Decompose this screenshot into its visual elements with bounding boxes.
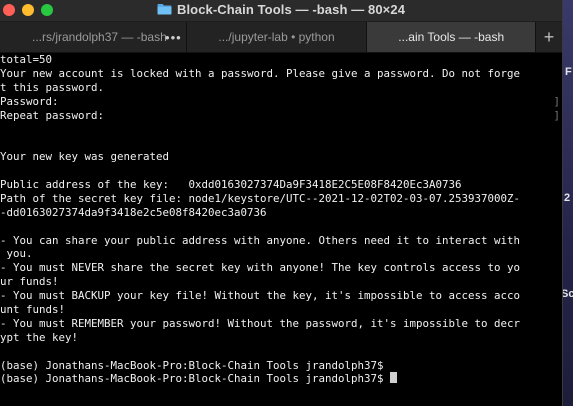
terminal-line: - You can share your public address with… [0, 234, 562, 248]
tab-label: ...ain Tools — -bash [398, 30, 505, 44]
terminal-line: - You must BACKUP your key file! Without… [0, 289, 562, 303]
tab-overflow-icon[interactable]: ••• [165, 30, 182, 45]
terminal-line-text: t this password. [0, 80, 105, 94]
terminal-line-text: - You must BACKUP your key file! Without… [0, 289, 521, 303]
tab-bar: ...rs/jrandolph37 — -bash ••• .../jupyte… [0, 22, 562, 53]
terminal-line-text: you. [0, 247, 33, 261]
terminal-line: t this password. [0, 81, 562, 95]
terminal-line-text: (base) Jonathans-MacBook-Pro:Block-Chain… [0, 372, 391, 386]
terminal-line: Your new account is locked with a passwo… [0, 67, 562, 81]
terminal-line-text: - You must REMEMBER your password! Witho… [0, 316, 521, 330]
terminal-output[interactable]: total=50 Your new account is locked with … [0, 53, 562, 406]
terminal-line: -dd0163027374da9f3418e2c5e08f8420ec3a073… [0, 206, 562, 220]
terminal-line-text: total=50 [0, 53, 53, 66]
terminal-line: Your new key was generated [0, 150, 562, 164]
terminal-line: Password:] [0, 95, 562, 109]
terminal-line-text: Public address of the key: 0xdd016302737… [0, 178, 462, 192]
terminal-line: ur funds! [0, 275, 562, 289]
terminal-line: (base) Jonathans-MacBook-Pro:Block-Chain… [0, 359, 562, 373]
terminal-line-text: unt funds! [0, 303, 66, 317]
terminal-line: total=50 [0, 53, 562, 67]
window-title: Block-Chain Tools — -bash — 80×24 [0, 2, 562, 17]
terminal-line: Public address of the key: 0xdd016302737… [0, 178, 562, 192]
terminal-line-text: Path of the secret key file: node1/keyst… [0, 191, 521, 205]
terminal-line: you. [0, 247, 562, 261]
terminal-line: - You must REMEMBER your password! Witho… [0, 317, 562, 331]
terminal-window: Block-Chain Tools — -bash — 80×24 ...rs/… [0, 0, 563, 406]
terminal-line-text: -dd0163027374da9f3418e2c5e08f8420ec3a073… [0, 205, 267, 219]
terminal-line: Repeat password:] [0, 109, 562, 123]
terminal-line-text: ypt the key! [0, 330, 79, 344]
tab-home-bash[interactable]: ...rs/jrandolph37 — -bash ••• [0, 22, 187, 52]
input-edge-marker: ] [553, 94, 560, 108]
terminal-line: (base) Jonathans-MacBook-Pro:Block-Chain… [0, 372, 562, 386]
terminal-line-text: ur funds! [0, 275, 59, 289]
window-titlebar[interactable]: Block-Chain Tools — -bash — 80×24 [0, 0, 562, 22]
terminal-line-text: Password: [0, 94, 59, 108]
terminal-line-text: Your new key was generated [0, 150, 170, 164]
terminal-line-text: - You can share your public address with… [0, 233, 521, 247]
tab-jupyter-lab[interactable]: .../jupyter-lab • python [186, 22, 368, 52]
folder-icon [157, 3, 172, 15]
window-title-text: Block-Chain Tools — -bash — 80×24 [176, 2, 406, 17]
desktop-fragment-text: 2 [564, 192, 571, 204]
terminal-line-text: Your new account is locked with a passwo… [0, 66, 521, 80]
tab-label: .../jupyter-lab • python [218, 30, 335, 44]
terminal-line: - You must NEVER share the secret key wi… [0, 261, 562, 275]
terminal-line-text: - You must NEVER share the secret key wi… [0, 261, 521, 275]
tab-block-chain-tools[interactable]: ...ain Tools — -bash [367, 22, 537, 52]
input-edge-marker: ] [553, 108, 560, 122]
terminal-line-text: (base) Jonathans-MacBook-Pro:Block-Chain… [0, 358, 384, 372]
terminal-line-text: Repeat password: [0, 108, 105, 122]
desktop-fragment-text: F [565, 66, 572, 78]
new-tab-button[interactable]: + [536, 22, 562, 52]
terminal-cursor [390, 372, 398, 384]
tab-label: ...rs/jrandolph37 — -bash [32, 30, 167, 44]
terminal-line: unt funds! [0, 303, 562, 317]
terminal-line: Path of the secret key file: node1/keyst… [0, 192, 562, 206]
terminal-line: ypt the key! [0, 331, 562, 345]
